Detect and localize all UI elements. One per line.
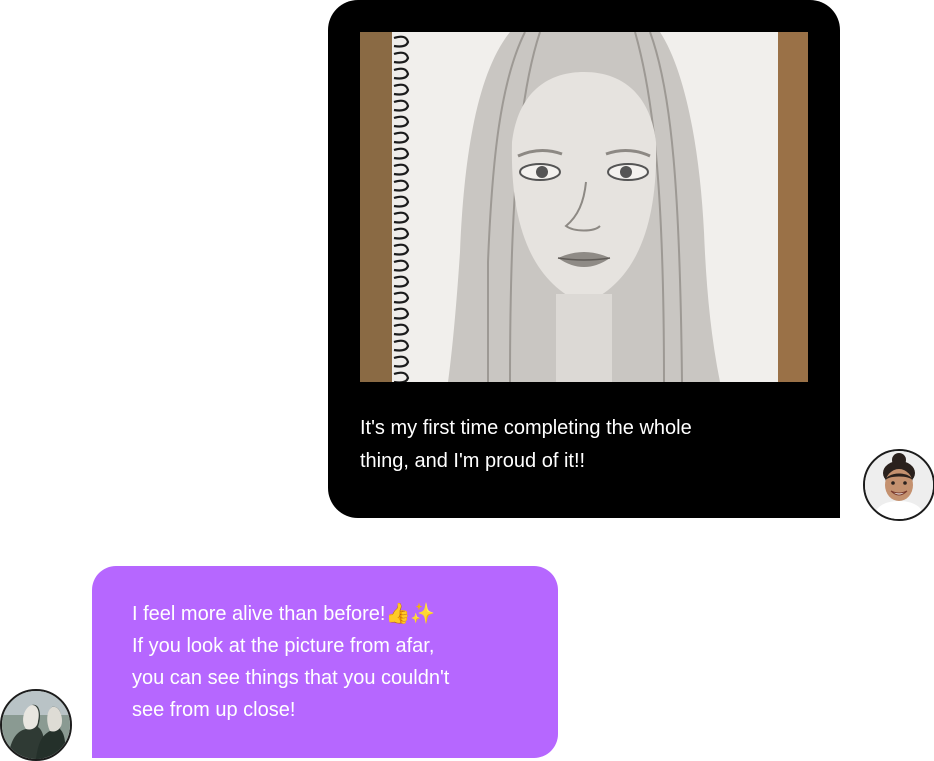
sender-avatar[interactable]: [0, 689, 72, 761]
incoming-message-text: I feel more alive than before!👍✨ If you …: [132, 598, 542, 726]
outgoing-message-bubble: It's my first time completing the whole …: [328, 0, 840, 518]
message-photo[interactable]: [360, 32, 808, 382]
lovers-painting-avatar-icon: [2, 691, 70, 759]
my-avatar[interactable]: [863, 449, 934, 521]
incoming-message-line: you can see things that you couldn't: [132, 667, 450, 689]
incoming-message-line: see from up close!: [132, 699, 296, 721]
pencil-portrait-sketch-icon: [360, 32, 808, 382]
smiling-woman-avatar-icon: [865, 451, 933, 519]
outgoing-message-line: It's my first time completing the whole: [360, 417, 692, 439]
incoming-message-line: I feel more alive than before!👍✨: [132, 603, 436, 625]
outgoing-message-line: thing, and I'm proud of it!!: [360, 450, 586, 472]
outgoing-message-text: It's my first time completing the whole …: [360, 412, 800, 478]
incoming-message-line: If you look at the picture from afar,: [132, 635, 435, 657]
incoming-message-bubble: I feel more alive than before!👍✨ If you …: [92, 566, 558, 758]
